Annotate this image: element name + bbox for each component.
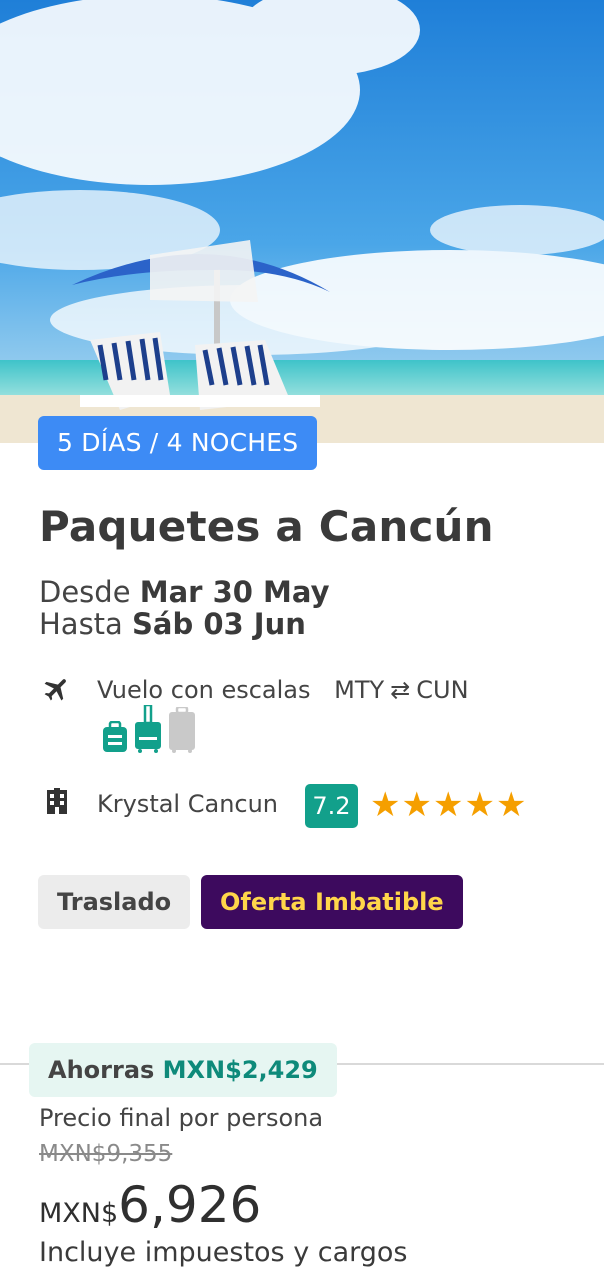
from-date: Mar 30 May xyxy=(139,575,330,609)
savings-badge: Ahorras MXN$2,429 xyxy=(29,1043,337,1097)
price-per-person-label: Precio final por persona xyxy=(39,1104,324,1132)
to-label: Hasta xyxy=(39,607,123,641)
price-currency: MXN$ xyxy=(39,1198,119,1229)
hotel-info: Krystal Cancun xyxy=(40,784,278,818)
star-icon: ★ xyxy=(370,785,402,825)
to-date-line: Hasta Sáb 03 Jun xyxy=(39,608,329,640)
hotel-name[interactable]: Krystal Cancun xyxy=(97,790,278,818)
origin-code: MTY xyxy=(334,676,385,704)
flight-info: Vuelo con escalas MTY ⇄ CUN xyxy=(40,672,469,706)
savings-amount: MXN$2,429 xyxy=(162,1056,318,1084)
from-label: Desde xyxy=(39,575,131,609)
price-value: 6,926 xyxy=(118,1176,262,1234)
star-icon: ★ xyxy=(495,785,528,825)
flight-type: Vuelo con escalas xyxy=(97,676,311,704)
old-price: MXN$9,355 xyxy=(39,1141,173,1167)
flight-route: MTY ⇄ CUN xyxy=(334,676,468,704)
building-icon xyxy=(40,784,74,818)
star-rating: ★★★★★ xyxy=(370,785,527,825)
transfer-tag: Traslado xyxy=(38,875,191,929)
date-range: Desde Mar 30 May Hasta Sáb 03 Jun xyxy=(39,576,329,640)
star-icon: ★ xyxy=(464,785,496,825)
from-date-line: Desde Mar 30 May xyxy=(39,576,329,608)
airplane-icon xyxy=(40,672,74,706)
final-price: MXN$ 6,926 xyxy=(39,1176,261,1234)
savings-label: Ahorras xyxy=(48,1056,155,1084)
hotel-rating-badge: 7.2 xyxy=(305,784,358,828)
duration-badge: 5 DÍAS / 4 NOCHES xyxy=(38,416,318,470)
taxes-note: Incluye impuestos y cargos xyxy=(39,1237,408,1268)
backpack-icon xyxy=(102,720,128,758)
destination-code: CUN xyxy=(416,676,469,704)
checked-bag-icon xyxy=(168,705,196,758)
carry-on-icon xyxy=(134,703,162,758)
hero-image[interactable] xyxy=(0,0,604,443)
to-date: Sáb 03 Jun xyxy=(132,607,306,641)
deal-tag: Oferta Imbatible xyxy=(201,875,463,929)
luggage-icons xyxy=(102,703,196,758)
package-title: Paquetes a Cancún xyxy=(39,502,494,551)
star-icon: ★ xyxy=(432,785,465,825)
swap-arrows-icon: ⇄ xyxy=(390,676,411,704)
star-icon: ★ xyxy=(401,785,433,825)
